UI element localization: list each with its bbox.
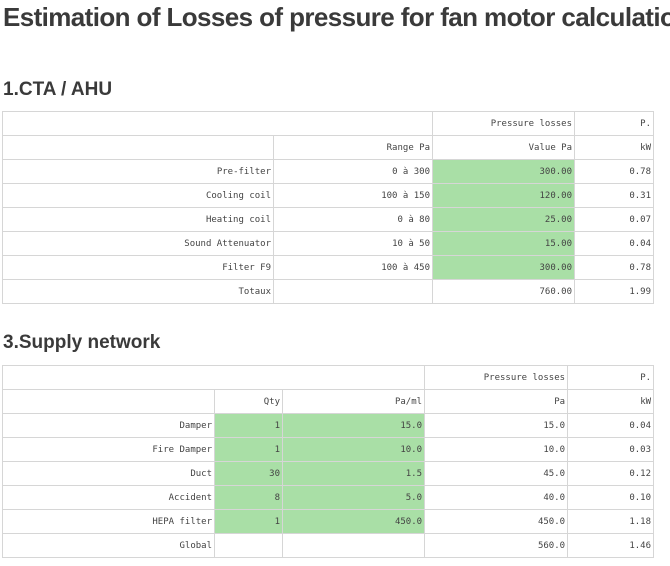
qty-input-cell[interactable]: 1 [214, 437, 283, 462]
table-row: Cooling coil 100 à 150 120.00 0.31 [2, 183, 654, 208]
value-header: Value Pa [432, 135, 575, 160]
table-row: Sound Attenuator 10 à 50 15.00 0.04 [2, 231, 654, 256]
header-blank-cell [2, 389, 215, 414]
header-blank-cell [2, 111, 433, 136]
supply-network-table: Pressure losses P. Qty Pa/ml Pa kW Dampe… [1, 365, 655, 558]
component-name: Heating coil [2, 207, 274, 232]
power-cell: 0.10 [567, 485, 655, 510]
section-title-cta-ahu: 1.CTA / AHU [3, 79, 113, 100]
range-cell: 10 à 50 [273, 231, 433, 256]
pa-cell: 40.0 [424, 485, 569, 510]
qty-input-cell[interactable]: 30 [214, 461, 283, 486]
component-name: Duct [2, 461, 215, 486]
ahu-pressure-losses-table: Pressure losses P. Range Pa Value Pa kW … [2, 111, 654, 304]
power-cell: 0.07 [574, 207, 654, 232]
total-label: Totaux [2, 279, 274, 304]
power-cell: 0.78 [574, 159, 654, 184]
table-row: Accident 8 5.0 40.0 0.10 [2, 485, 655, 510]
table-row: Duct 30 1.5 45.0 0.12 [2, 461, 655, 486]
table-row: Heating coil 0 à 80 25.00 0.07 [2, 207, 654, 232]
pa-cell: 45.0 [424, 461, 569, 486]
table-row: Damper 1 15.0 15.0 0.04 [2, 413, 655, 438]
component-name: Accident [2, 485, 215, 510]
power-cell: 0.78 [574, 255, 654, 280]
power-cell: 1.18 [567, 509, 655, 534]
qty-header: Qty [214, 389, 283, 414]
pa-per-ml-input-cell[interactable]: 1.5 [281, 461, 426, 486]
pa-per-ml-header: Pa/ml [281, 389, 426, 414]
total-power: 1.99 [574, 279, 654, 304]
qty-input-cell[interactable]: 8 [214, 485, 283, 510]
power-cell: 0.31 [574, 183, 654, 208]
header-blank-cell [2, 135, 274, 160]
value-input-cell[interactable]: 120.00 [432, 183, 575, 208]
pa-cell: 450.0 [424, 509, 569, 534]
value-input-cell[interactable]: 25.00 [432, 207, 575, 232]
component-name: Filter F9 [2, 255, 274, 280]
power-cell: 0.04 [567, 413, 655, 438]
table-subheader-row: Range Pa Value Pa kW [2, 135, 654, 160]
empty-cell [214, 533, 283, 558]
table-row: Fire Damper 1 10.0 10.0 0.03 [2, 437, 655, 462]
table-row: HEPA filter 1 450.0 450.0 1.18 [2, 509, 655, 534]
component-name: Cooling coil [2, 183, 274, 208]
qty-input-cell[interactable]: 1 [214, 509, 283, 534]
pa-cell: 15.0 [424, 413, 569, 438]
power-cell: 0.12 [567, 461, 655, 486]
unit-header: kW [574, 135, 654, 160]
table-subheader-row: Qty Pa/ml Pa kW [2, 389, 655, 414]
range-cell: 0 à 80 [273, 207, 433, 232]
pressure-losses-header: Pressure losses [424, 365, 569, 390]
pa-header: Pa [424, 389, 569, 414]
range-cell: 100 à 150 [273, 183, 433, 208]
total-power: 1.46 [567, 533, 655, 558]
page-title: Estimation of Losses of pressure for fan… [3, 2, 670, 32]
empty-cell [273, 279, 433, 304]
range-cell: 0 à 300 [273, 159, 433, 184]
empty-cell [281, 533, 426, 558]
pa-cell: 10.0 [424, 437, 569, 462]
table-row: Pre-filter 0 à 300 300.00 0.78 [2, 159, 654, 184]
pa-per-ml-input-cell[interactable]: 15.0 [281, 413, 426, 438]
qty-input-cell[interactable]: 1 [214, 413, 283, 438]
total-label: Global [2, 533, 215, 558]
total-value: 760.00 [432, 279, 575, 304]
power-header: P. [567, 365, 655, 390]
header-blank-cell [1, 365, 426, 390]
section-title-supply-network: 3.Supply network [3, 332, 161, 353]
component-name: Fire Damper [2, 437, 215, 462]
power-cell: 0.04 [574, 231, 654, 256]
component-name: HEPA filter [2, 509, 215, 534]
pa-per-ml-input-cell[interactable]: 10.0 [281, 437, 426, 462]
total-row: Global 560.0 1.46 [2, 533, 655, 558]
power-header: P. [574, 111, 654, 136]
value-input-cell[interactable]: 300.00 [432, 255, 575, 280]
component-name: Sound Attenuator [2, 231, 274, 256]
unit-header: kW [567, 389, 655, 414]
component-name: Damper [2, 413, 215, 438]
table-header-row: Pressure losses P. [2, 111, 654, 136]
pa-per-ml-input-cell[interactable]: 5.0 [281, 485, 426, 510]
table-header-row: Pressure losses P. [1, 365, 655, 390]
range-header: Range Pa [273, 135, 433, 160]
pa-per-ml-input-cell[interactable]: 450.0 [281, 509, 426, 534]
component-name: Pre-filter [2, 159, 274, 184]
table-row: Filter F9 100 à 450 300.00 0.78 [2, 255, 654, 280]
value-input-cell[interactable]: 15.00 [432, 231, 575, 256]
power-cell: 0.03 [567, 437, 655, 462]
total-pa: 560.0 [424, 533, 569, 558]
total-row: Totaux 760.00 1.99 [2, 279, 654, 304]
range-cell: 100 à 450 [273, 255, 433, 280]
pressure-losses-header: Pressure losses [432, 111, 575, 136]
value-input-cell[interactable]: 300.00 [432, 159, 575, 184]
